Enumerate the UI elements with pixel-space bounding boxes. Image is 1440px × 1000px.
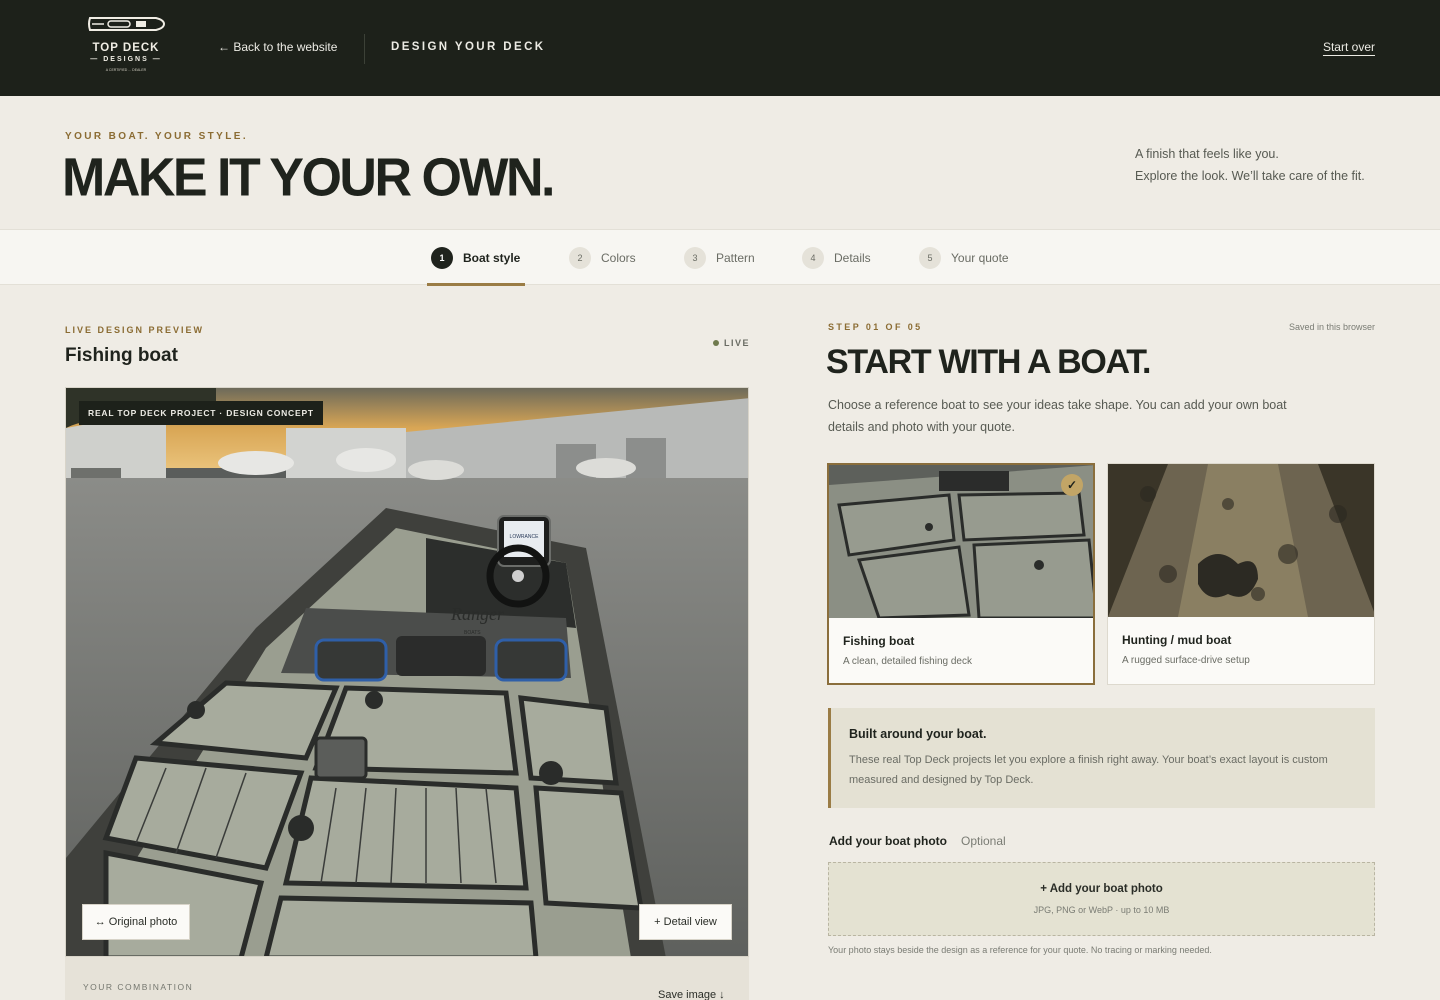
panel-intro: Choose a reference boat to see your idea… bbox=[828, 398, 1287, 434]
step-pattern[interactable]: 3 Pattern bbox=[684, 246, 755, 270]
note-body: These real Top Deck projects let you exp… bbox=[849, 754, 1328, 786]
step-count: STEP 01 OF 05 bbox=[828, 322, 923, 332]
save-image-button[interactable]: Save image ↓ bbox=[658, 989, 725, 1000]
step-colors[interactable]: 2 Colors bbox=[569, 246, 636, 270]
boat-card-fishing[interactable]: Fishing boat A clean, detailed fishing d… bbox=[827, 463, 1095, 685]
stepper: 1 Boat style 2 Colors 3 Pattern 4 Detail… bbox=[0, 229, 1440, 286]
hero-tagline: A finish that feels like you. Explore th… bbox=[1135, 143, 1375, 187]
console-brand-label: Ranger bbox=[450, 604, 505, 624]
dropzone-formats: JPG, PNG or WebP · up to 10 MB bbox=[1033, 905, 1170, 915]
photo-fine-print: Your photo stays beside the design as a … bbox=[828, 945, 1212, 955]
original-photo-button[interactable]: ↔ Original photo bbox=[82, 904, 190, 940]
preview-title: Fishing boat bbox=[65, 345, 178, 366]
active-step-indicator bbox=[427, 283, 525, 286]
step-label: Details bbox=[834, 251, 871, 265]
card-description: A rugged surface-drive setup bbox=[1122, 655, 1250, 666]
hero-tagline-line-1: A finish that feels like you. bbox=[1135, 147, 1279, 161]
screen-brand-label: LOWRANCE bbox=[510, 534, 540, 540]
photo-dropzone[interactable]: + Add your boat photo JPG, PNG or WebP ·… bbox=[828, 862, 1375, 936]
card-description: A clean, detailed fishing deck bbox=[843, 656, 972, 667]
console-brand-sub: BOATS bbox=[464, 630, 481, 636]
hero-tagline-line-2: Explore the look. We’ll take care of the… bbox=[1135, 169, 1365, 183]
step-label: Pattern bbox=[716, 251, 755, 265]
boat-deck-illustration: LOWRANCE Ranger BOATS bbox=[66, 388, 748, 956]
step-number: 3 bbox=[684, 247, 706, 269]
saved-status: Saved in this browser bbox=[1288, 322, 1375, 332]
preview-eyebrow: LIVE DESIGN PREVIEW bbox=[65, 325, 205, 335]
optional-tag: Optional bbox=[961, 834, 1006, 848]
step-your-quote[interactable]: 5 Your quote bbox=[919, 246, 1009, 270]
brand-logo[interactable]: TOP DECK — DESIGNS — A CERTIFIED ... DEA… bbox=[84, 12, 168, 78]
combination-bar bbox=[65, 957, 749, 1000]
start-over-link[interactable]: Start over bbox=[1323, 40, 1375, 54]
selected-check-icon: ✓ bbox=[1061, 474, 1083, 496]
brand-fine-print: A CERTIFIED ... DEALER bbox=[105, 68, 147, 72]
fishing-boat-thumbnail bbox=[829, 465, 1093, 618]
step-details[interactable]: 4 Details bbox=[802, 246, 871, 270]
step-boat-style[interactable]: 1 Boat style bbox=[431, 246, 520, 270]
step-label: Boat style bbox=[463, 251, 521, 265]
boat-card-hunting[interactable]: Hunting / mud boat A rugged surface-driv… bbox=[1107, 463, 1375, 685]
step-number: 5 bbox=[919, 247, 941, 269]
step-number: 1 bbox=[431, 247, 453, 269]
top-bar bbox=[0, 0, 1440, 96]
card-title: Fishing boat bbox=[843, 634, 915, 648]
step-label: Your quote bbox=[951, 251, 1009, 265]
hero-title: MAKE IT YOUR OWN. bbox=[62, 148, 555, 208]
live-dot-icon bbox=[713, 340, 719, 346]
header-divider bbox=[364, 34, 365, 64]
photo-upload-label: Add your boat photo bbox=[829, 834, 947, 848]
live-indicator: LIVE bbox=[713, 338, 750, 348]
hero-eyebrow: YOUR BOAT. YOUR STYLE. bbox=[65, 131, 249, 142]
step-label: Colors bbox=[601, 251, 636, 265]
note-title: Built around your boat. bbox=[849, 727, 987, 741]
panel-title: START WITH A BOAT. bbox=[826, 343, 1151, 381]
boat-logo-icon bbox=[88, 17, 166, 31]
brand-sub: — DESIGNS — bbox=[90, 56, 162, 63]
dropzone-title: + Add your boat photo bbox=[1040, 883, 1163, 895]
card-title: Hunting / mud boat bbox=[1122, 633, 1232, 647]
back-to-website-link[interactable]: ← Back to the website bbox=[218, 40, 337, 54]
detail-view-button[interactable]: + Detail view bbox=[639, 904, 732, 940]
live-label: LIVE bbox=[724, 338, 751, 348]
hunting-boat-thumbnail bbox=[1108, 464, 1374, 617]
brand-name: TOP DECK bbox=[92, 42, 160, 54]
step-number: 4 bbox=[802, 247, 824, 269]
project-badge: REAL TOP DECK PROJECT · DESIGN CONCEPT bbox=[79, 401, 323, 425]
design-preview-image[interactable]: LOWRANCE Ranger BOATS bbox=[65, 387, 749, 957]
combination-label: YOUR COMBINATION bbox=[83, 982, 194, 992]
section-title: DESIGN YOUR DECK bbox=[391, 41, 546, 53]
step-number: 2 bbox=[569, 247, 591, 269]
